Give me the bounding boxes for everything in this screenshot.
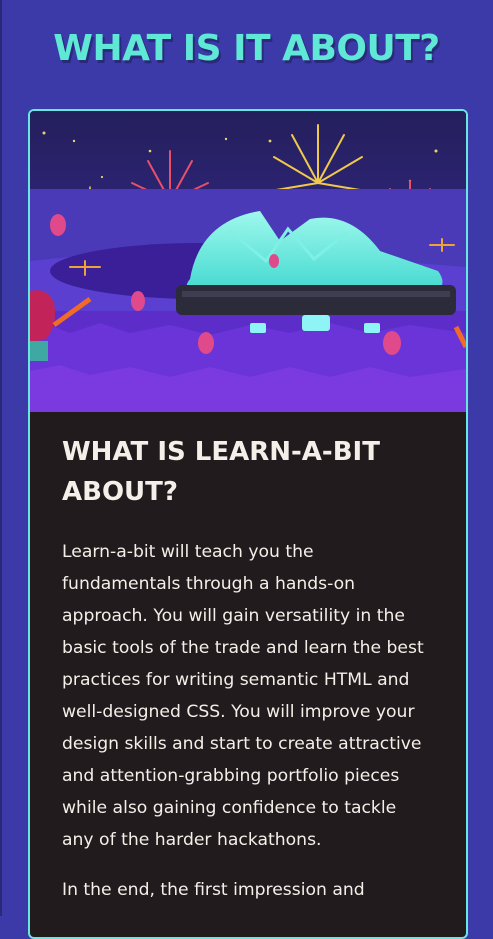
- card-heading: WHAT IS LEARN-A-BIT ABOUT?: [62, 437, 380, 507]
- card-illustration: [30, 111, 466, 412]
- section-title: WHAT IS IT ABOUT?: [53, 28, 440, 69]
- card-paragraph: In the end, the first impression and: [62, 880, 365, 900]
- card-body: WHAT IS LEARN-A-BIT ABOUT? Learn-a-bit w…: [30, 412, 466, 906]
- page-left-edge: [0, 0, 2, 916]
- card-paragraph: Learn-a-bit will teach you the fundament…: [62, 542, 424, 850]
- about-card: WHAT IS LEARN-A-BIT ABOUT? Learn-a-bit w…: [28, 109, 468, 939]
